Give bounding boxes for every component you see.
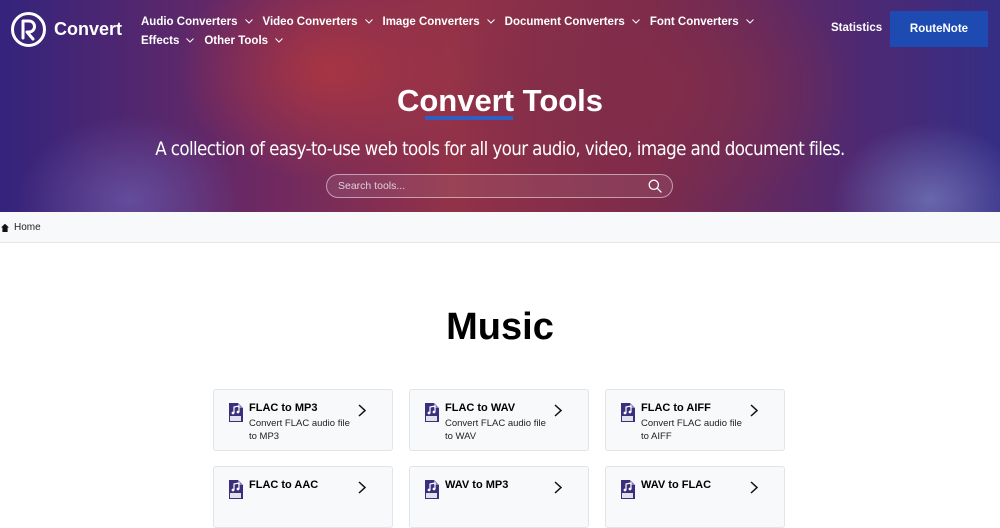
nav-font-converters[interactable]: Font Converters bbox=[650, 16, 754, 28]
chevron-down-icon bbox=[364, 19, 373, 24]
music-file-icon bbox=[621, 480, 635, 499]
chevron-down-icon bbox=[745, 19, 754, 24]
nav-row-1: Audio Converters Video Converters Image … bbox=[141, 12, 781, 31]
chevron-right-icon bbox=[750, 404, 758, 417]
nav-other-tools[interactable]: Other Tools bbox=[204, 35, 283, 47]
tool-card[interactable]: WAV to FLAC bbox=[605, 466, 785, 528]
nav-label: Font Converters bbox=[649, 15, 739, 28]
tool-card[interactable]: FLAC to MP3 Convert FLAC audio file to MP… bbox=[213, 389, 393, 451]
brand-name: Convert bbox=[54, 19, 123, 39]
nav-label: Audio Converters bbox=[141, 15, 238, 28]
breadcrumb-home[interactable]: Home bbox=[14, 222, 41, 233]
nav-audio-converters[interactable]: Audio Converters bbox=[141, 16, 253, 28]
nav-label: Other Tools bbox=[204, 34, 269, 47]
nav-label: Effects bbox=[141, 34, 180, 47]
tool-card-title: WAV to FLAC bbox=[641, 479, 712, 491]
chevron-right-icon bbox=[554, 404, 562, 417]
breadcrumb: Home bbox=[0, 212, 1000, 243]
music-file-icon bbox=[425, 403, 439, 422]
nav-document-converters[interactable]: Document Converters bbox=[505, 16, 640, 28]
tool-card[interactable]: FLAC to AAC bbox=[213, 466, 393, 528]
tool-card-title: FLAC to MP3 bbox=[249, 402, 318, 414]
chevron-down-icon bbox=[631, 19, 640, 24]
tool-card-title: WAV to MP3 bbox=[445, 479, 509, 491]
nav-video-converters[interactable]: Video Converters bbox=[263, 16, 373, 28]
search-icon[interactable] bbox=[648, 179, 662, 193]
tool-card-title: FLAC to AAC bbox=[249, 479, 319, 491]
nav-image-converters[interactable]: Image Converters bbox=[383, 16, 495, 28]
statistics-link[interactable]: Statistics bbox=[831, 22, 882, 34]
tool-card-title: FLAC to WAV bbox=[445, 402, 516, 414]
hero-subtitle: A collection of easy-to-use web tools fo… bbox=[155, 138, 845, 160]
search-input[interactable] bbox=[326, 174, 673, 198]
title-underline bbox=[425, 116, 513, 120]
tool-card[interactable]: FLAC to WAV Convert FLAC audio file to WA… bbox=[409, 389, 589, 451]
chevron-down-icon bbox=[244, 19, 253, 24]
nav-row-2: Effects Other Tools bbox=[141, 31, 781, 50]
chevron-right-icon bbox=[358, 404, 366, 417]
nav-label: Video Converters bbox=[262, 15, 358, 28]
home-icon[interactable] bbox=[1, 223, 9, 232]
main-nav: Audio Converters Video Converters Image … bbox=[141, 12, 781, 50]
music-file-icon bbox=[621, 403, 635, 422]
nav-label: Image Converters bbox=[382, 15, 480, 28]
music-file-icon bbox=[229, 480, 243, 499]
chevron-down-icon bbox=[486, 19, 495, 24]
tool-card[interactable]: WAV to MP3 bbox=[409, 466, 589, 528]
section-title: Music bbox=[446, 306, 554, 348]
routenote-button[interactable]: RouteNote bbox=[890, 11, 988, 47]
music-file-icon bbox=[425, 480, 439, 499]
brand-logo[interactable]: Convert bbox=[10, 11, 122, 48]
tool-card-description: Convert FLAC audio file to MP3 bbox=[249, 418, 350, 442]
chevron-down-icon bbox=[275, 38, 283, 43]
hero-banner: Convert Audio Converters Video Converter… bbox=[0, 0, 1000, 212]
music-file-icon bbox=[229, 403, 243, 422]
chevron-down-icon bbox=[186, 38, 195, 43]
tool-card-description: Convert FLAC audio file to WAV bbox=[445, 418, 546, 442]
nav-label: Document Converters bbox=[504, 15, 625, 28]
nav-effects[interactable]: Effects bbox=[141, 34, 195, 47]
hero-title: Convert Tools bbox=[396, 83, 604, 118]
logo-icon bbox=[11, 12, 46, 47]
tool-card[interactable]: FLAC to AIFF Convert FLAC audio file to A… bbox=[605, 389, 785, 451]
tool-card-description: Convert FLAC audio file to AIFF bbox=[641, 418, 742, 442]
tool-card-title: FLAC to AIFF bbox=[641, 402, 711, 414]
